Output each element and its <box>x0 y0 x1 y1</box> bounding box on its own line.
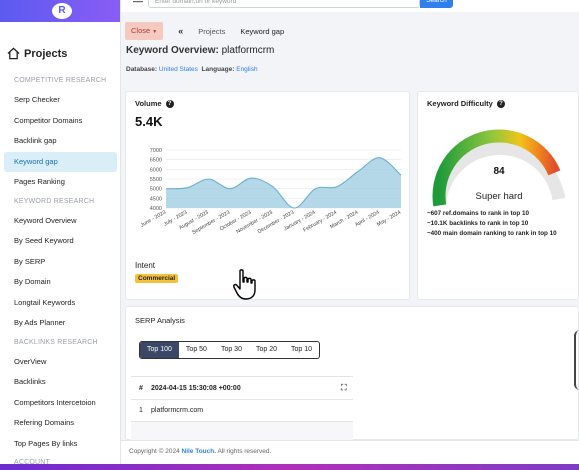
sidebar-section-label: COMPETITIVE RESEARCH <box>14 77 107 84</box>
hand-cursor-icon <box>233 269 256 300</box>
sidebar-item-backlinks[interactable]: Backlinks <box>4 372 117 393</box>
language-label: Language: <box>201 66 235 73</box>
sidebar-item-keyword-gap[interactable]: Keyword gap <box>4 151 117 172</box>
table-header: # 2024-04-15 15:30:08 +00:00 ⛶ <box>131 377 353 400</box>
logo-bar: R <box>0 0 120 22</box>
sidebar-item-by-domain[interactable]: By Domain <box>4 272 117 293</box>
y-tick-label: 5000 <box>150 187 162 193</box>
title-prefix: Keyword Overview: <box>126 45 219 56</box>
help-icon[interactable]: ? <box>165 100 174 109</box>
serp-heading: SERP Analysis <box>135 316 185 325</box>
search-button[interactable]: Search <box>420 0 453 8</box>
database-value[interactable]: United States <box>159 66 198 73</box>
title-keyword: platformcrm <box>221 45 275 56</box>
projects-title: Projects <box>24 47 68 60</box>
col-date: 2024-04-15 15:30:08 +00:00 <box>151 384 241 392</box>
sidebar: R Projects COMPETITIVE RESEARCH Serp Chec… <box>0 0 121 464</box>
volume-heading: Volume ? <box>135 99 174 109</box>
tab-top-100[interactable]: Top 100 <box>140 342 179 358</box>
sidebar-section-label: KEYWORD RESEARCH <box>14 197 95 205</box>
volume-chart: 4000450050005500600065007000June - 2023J… <box>140 148 402 236</box>
language-value[interactable]: English <box>236 66 257 73</box>
serp-tabs: Top 100 Top 50 Top 30 Top 20 Top 10 <box>139 341 321 359</box>
help-icon[interactable]: ? <box>496 100 505 109</box>
row-domain[interactable]: platformcrm.com <box>151 407 341 414</box>
y-tick-label: 6500 <box>150 158 162 164</box>
tab-top-20[interactable]: Top 20 <box>249 342 284 358</box>
intent-label: Intent <box>135 261 156 270</box>
close-label: Close <box>131 26 151 35</box>
sidebar-item-serp-checker[interactable]: Serp Checker <box>4 90 117 111</box>
sidebar-item-by-seed-keyword[interactable]: By Seed Keyword <box>4 231 117 252</box>
sidebar-item-by-serp[interactable]: By SERP <box>4 252 117 273</box>
sidebar-item-competitors-intercetoion[interactable]: Competitors Intercetoion <box>4 393 117 414</box>
table-row: 1 platformcrm.com <box>131 400 353 422</box>
keyword-difficulty-card: Keyword Difficulty ? 84 Super hard ~607 r… <box>417 91 579 300</box>
page-title: Keyword Overview: platformcrm <box>126 45 274 56</box>
app-window: R Projects COMPETITIVE RESEARCH Serp Chec… <box>0 0 579 464</box>
volume-value: 5.4K <box>135 114 163 129</box>
volume-label: Volume <box>135 99 162 108</box>
breadcrumb: Close ▼ « Projects Keyword gap <box>121 21 579 41</box>
database-meta: Database: United States Language: Englis… <box>126 66 258 73</box>
y-tick-label: 5500 <box>150 177 162 183</box>
sidebar-item-longtail-keywords[interactable]: Longtail Keywords <box>4 293 117 314</box>
sidebar-section-label: ACCOUNT <box>14 459 51 464</box>
window-edge <box>0 464 579 470</box>
difficulty-label: Keyword Difficulty <box>427 99 493 108</box>
sidebar-section-label: BACKLINKS RESEARCH <box>14 338 98 346</box>
close-dropdown-button[interactable]: Close ▼ <box>125 22 164 40</box>
sidebar-item-pages-ranking[interactable]: Pages Ranking <box>4 172 117 193</box>
sidebar-item-overview[interactable]: OverView <box>4 352 117 373</box>
footer-brand-link[interactable]: Nile Touch. <box>182 448 217 455</box>
x-tick-label: May - 2024 <box>376 210 402 228</box>
difficulty-note: ~10.1K backlinks to rank in top 10 <box>427 220 529 227</box>
sidebar-item-top-pages-by-links[interactable]: Top Pages By links <box>4 434 117 455</box>
database-label: Database: <box>126 66 158 73</box>
search-input[interactable]: Enter domain,url or keyword <box>148 0 420 8</box>
y-tick-label: 6000 <box>150 167 162 173</box>
footer-copyright: Copyright © 2024 <box>129 448 180 455</box>
menu-icon[interactable] <box>133 0 143 6</box>
volume-card: Volume ? 5.4K 4000 4500 5000 5500 6000 6500 70… <box>125 91 410 300</box>
footer-rights: All rights reserved. <box>217 448 272 455</box>
tab-top-50[interactable]: Top 50 <box>179 342 214 358</box>
expand-icon[interactable]: ⛶ <box>341 383 347 393</box>
y-tick-label: 4500 <box>150 196 162 202</box>
serp-analysis-card: SERP Analysis Top 100 Top 50 Top 30 Top 20 T… <box>125 306 579 440</box>
logo-icon[interactable]: R <box>52 3 72 19</box>
breadcrumb-keyword-gap: Keyword gap <box>240 26 285 36</box>
difficulty-note: ~400 main domain ranking to rank in top … <box>427 230 557 237</box>
col-num: # <box>139 384 143 392</box>
table-body: 1 platformcrm.com <box>131 400 353 422</box>
sidebar-item-by-ads-planner[interactable]: By Ads Planner <box>4 313 117 334</box>
intent-badge: Commercial <box>135 274 179 283</box>
sidebar-nav: COMPETITIVE RESEARCH Serp Checker Competit… <box>0 72 120 464</box>
row-num: 1 <box>139 407 143 414</box>
scroll-arc <box>574 330 579 390</box>
collapse-icon[interactable]: « <box>178 26 183 36</box>
difficulty-gauge: 84 Super hard <box>432 129 566 207</box>
y-tick-label: 7000 <box>150 148 162 154</box>
sidebar-item-backlink-gap[interactable]: Backlink gap <box>4 131 117 152</box>
sidebar-item-keyword-overview[interactable]: Keyword Overview <box>4 211 117 232</box>
tab-top-30[interactable]: Top 30 <box>214 342 249 358</box>
breadcrumb-projects[interactable]: Projects <box>198 27 225 36</box>
difficulty-note: ~607 ref.domains to rank in top 10 <box>427 210 530 217</box>
sidebar-item-competitor-domains[interactable]: Competitor Domains <box>4 111 117 132</box>
tab-top-10[interactable]: Top 10 <box>284 342 319 358</box>
difficulty-notes: ~607 ref.domains to rank in top 10 ~10.1K… <box>427 209 557 239</box>
difficulty-score: 84 <box>493 166 505 177</box>
projects-heading[interactable]: Projects <box>0 22 120 72</box>
x-tick-label: June - 2023 <box>140 210 167 229</box>
difficulty-heading: Keyword Difficulty ? <box>427 99 505 109</box>
caret-down-icon: ▼ <box>152 29 158 35</box>
serp-table: # 2024-04-15 15:30:08 +00:00 ⛶ 1 platform… <box>131 376 353 440</box>
home-icon <box>7 47 20 60</box>
difficulty-level: Super hard <box>475 191 522 202</box>
sidebar-item-refering-domains[interactable]: Refering Domains <box>4 413 117 434</box>
footer: Copyright © 2024 Nile Touch. All rights … <box>121 440 579 464</box>
